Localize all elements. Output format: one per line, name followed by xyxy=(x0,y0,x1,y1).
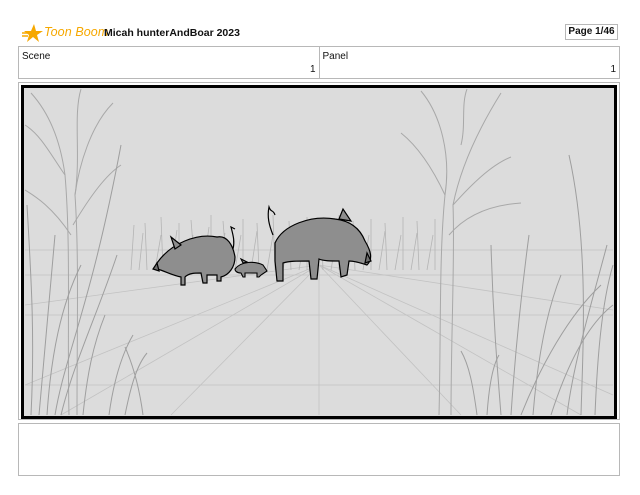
storyboard-drawing xyxy=(21,85,617,419)
notes-box xyxy=(18,423,620,476)
logo-text: Toon Boom xyxy=(44,25,109,39)
panel-info-row: Scene 1 Panel 1 xyxy=(18,46,620,79)
star-logo-icon xyxy=(22,24,43,42)
page-indicator: Page 1/46 xyxy=(565,24,618,40)
project-title: Micah hunterAndBoar 2023 xyxy=(104,27,240,39)
toon-boom-logo: Toon Boom xyxy=(22,22,108,44)
panel-number: 1 xyxy=(610,64,616,75)
panel-cell: Panel 1 xyxy=(318,47,620,78)
storyboard-frame xyxy=(18,82,620,420)
page-header: Toon Boom Micah hunterAndBoar 2023 Page … xyxy=(0,0,640,46)
scene-number: 1 xyxy=(309,64,316,75)
scene-cell: Scene 1 xyxy=(19,47,319,78)
panel-label: Panel xyxy=(322,51,349,62)
scene-label: Scene xyxy=(22,51,51,62)
